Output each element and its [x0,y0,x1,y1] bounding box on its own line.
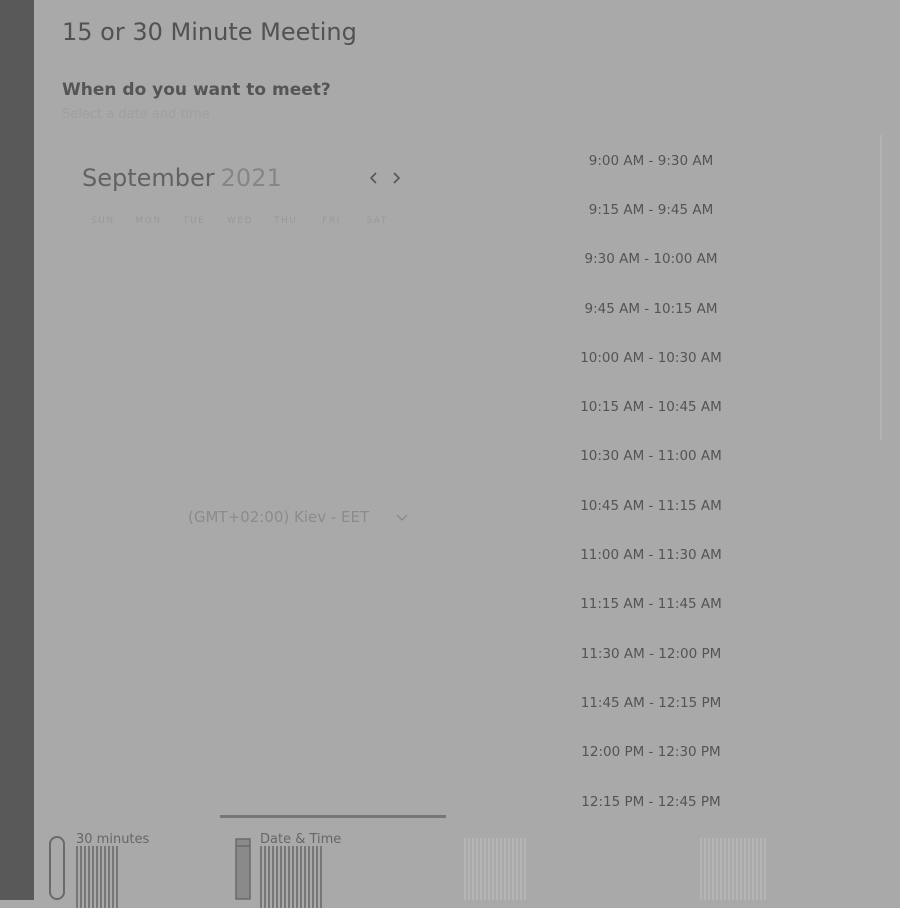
time-slot[interactable]: 12:00 PM - 12:30 PM [551,728,751,777]
previous-month-button[interactable] [364,166,384,190]
duration-label: 30 minutes [76,832,150,847]
chevron-right-icon [393,172,401,184]
weekday-label: MON [135,216,162,226]
weekday-label: SUN [91,216,115,226]
chevron-left-icon [369,172,377,184]
calendar-year: 2021 [220,164,282,192]
weekday-label: FRI [322,216,341,226]
weekday-label: THU [274,216,298,226]
next-month-button[interactable] [386,166,406,190]
calendar-header: September 2021 [82,164,282,192]
time-slot[interactable]: 11:30 AM - 12:00 PM [551,629,751,678]
time-slot[interactable]: 9:30 AM - 10:00 AM [551,235,751,284]
scrollbar[interactable] [880,135,882,440]
time-slot[interactable]: 11:15 AM - 11:45 AM [551,580,751,629]
duration-text-bars [76,846,118,908]
timezone-select[interactable]: (GMT+02:00) Kiev - EET [188,506,410,530]
footer-step-placeholder [700,838,766,900]
weekday-label: SAT [366,216,388,226]
time-slot[interactable]: 11:45 AM - 12:15 PM [551,678,751,727]
time-slot[interactable]: 9:15 AM - 9:45 AM [551,185,751,234]
footer-step-placeholder [464,838,526,900]
calendar-month: September [82,164,215,192]
time-slot[interactable]: 10:00 AM - 10:30 AM [551,333,751,382]
section-subtitle: Select a date and time [62,107,210,122]
weekday-label: WED [227,216,254,226]
clock-icon [49,836,65,900]
time-slot[interactable]: 10:15 AM - 10:45 AM [551,382,751,431]
weekday-header: SUN MON TUE WED THU FRI SAT [80,216,400,226]
time-slot[interactable]: 9:45 AM - 10:15 AM [551,284,751,333]
datetime-label: Date & Time [260,832,342,847]
timezone-value: (GMT+02:00) Kiev - EET [188,508,370,526]
time-slot[interactable]: 10:30 AM - 11:00 AM [551,432,751,481]
time-slot[interactable]: 12:15 PM - 12:45 PM [551,777,751,826]
datetime-text-bars [260,846,322,908]
step-progress-indicator [220,815,446,818]
time-slot-list: 9:00 AM - 9:30 AM 9:15 AM - 9:45 AM 9:30… [551,136,751,826]
left-side-strip [0,0,34,900]
chevron-down-icon [396,514,408,521]
time-slot[interactable]: 10:45 AM - 11:15 AM [551,481,751,530]
page-title: 15 or 30 Minute Meeting [62,18,357,46]
weekday-label: TUE [183,216,206,226]
time-slot[interactable]: 11:00 AM - 11:30 AM [551,530,751,579]
time-slot[interactable]: 9:00 AM - 9:30 AM [551,136,751,185]
booking-panel: 15 or 30 Minute Meeting When do you want… [34,0,900,908]
calendar-icon [235,838,251,900]
section-heading: When do you want to meet? [62,80,331,100]
